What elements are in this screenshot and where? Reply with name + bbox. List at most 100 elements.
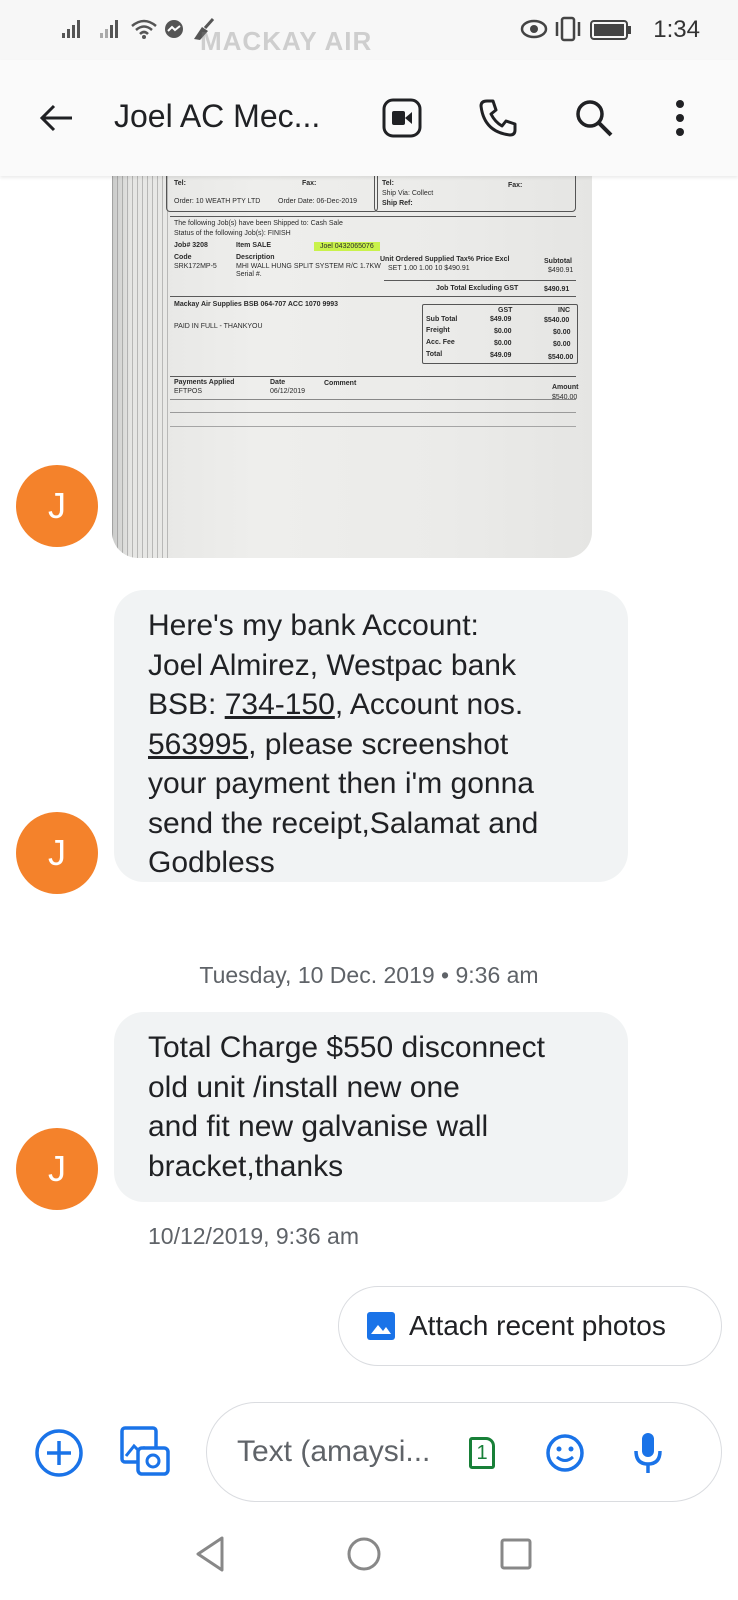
- clock: 1:34: [653, 16, 700, 43]
- receipt-text: Fax:: [302, 180, 317, 187]
- receipt-text: Mackay Air Supplies BSB 064-707 ACC 1070…: [174, 301, 339, 308]
- bsb-link[interactable]: 734-150: [225, 688, 335, 721]
- receipt-text: INC: [558, 307, 571, 314]
- message-bubble[interactable]: Here's my bank Account: Joel Almirez, We…: [114, 590, 628, 882]
- receipt-text: Code: [174, 254, 192, 261]
- receipt-text: Status of the following Job(s): FINISH: [174, 230, 291, 237]
- receipt-text: Subtotal: [544, 258, 572, 265]
- microphone-icon: [634, 1433, 662, 1473]
- receipt-box-left: [166, 176, 378, 212]
- more-vert-icon: [676, 100, 684, 136]
- receipt-text: Fax:: [508, 182, 523, 189]
- receipt-text: Sub Total: [426, 316, 458, 323]
- message-bubble[interactable]: Total Charge $550 disconnect old unit /i…: [114, 1012, 628, 1202]
- receipt-text: Tel:: [174, 180, 186, 187]
- receipt-highlight: Joel 0432065076: [314, 242, 380, 251]
- circle-home-icon: [347, 1537, 381, 1571]
- emoji-icon: [546, 1434, 584, 1472]
- eye-icon: [520, 19, 548, 39]
- receipt-text: $540.00: [548, 354, 574, 361]
- signal-icon-2: [100, 18, 118, 38]
- receipt-text: $540.00: [544, 317, 570, 324]
- receipt-text: $49.09: [490, 316, 512, 323]
- message-text: 563995, please screenshot: [148, 725, 594, 765]
- message-text-part: , please screenshot: [248, 727, 509, 761]
- attach-recent-photos-button[interactable]: Attach recent photos: [338, 1286, 722, 1366]
- nav-back-button[interactable]: [192, 1534, 232, 1574]
- call-button[interactable]: [470, 90, 526, 146]
- receipt-text: $490.91: [548, 267, 574, 274]
- search-icon: [576, 100, 613, 137]
- signal-icon: [62, 18, 80, 38]
- add-circle-icon: [35, 1429, 83, 1477]
- sim-selector[interactable]: 1: [469, 1437, 495, 1469]
- avatar[interactable]: J: [16, 1128, 98, 1210]
- voice-input-button[interactable]: [633, 1431, 663, 1475]
- receipt-text: Item SALE: [236, 242, 272, 249]
- system-nav-bar: [0, 1520, 738, 1600]
- receipt-watermark: MACKAY AIR: [200, 26, 373, 56]
- gallery-button[interactable]: [116, 1424, 172, 1480]
- receipt-text: The following Job(s) have been Shipped t…: [174, 220, 343, 227]
- receipt-text: Job Total Excluding GST: [436, 285, 519, 292]
- receipt-text: $49.09: [490, 352, 512, 359]
- receipt-text: SET 1.00 1.00 10 $490.91: [388, 265, 470, 272]
- receipt-text: $0.00: [553, 329, 571, 336]
- receipt-text: Acc. Fee: [426, 339, 455, 346]
- triangle-back-icon: [196, 1536, 224, 1572]
- receipt-text: Payments Applied: [174, 379, 235, 386]
- avatar[interactable]: J: [16, 465, 98, 547]
- photo-icon: [367, 1312, 395, 1340]
- receipt-text: $0.00: [494, 340, 512, 347]
- receipt-text: GST: [498, 307, 513, 314]
- video-call-button[interactable]: [374, 90, 430, 146]
- wifi-icon: [131, 19, 157, 39]
- receipt-text: Ship Via: Collect: [382, 190, 434, 197]
- receipt-text: Total: [426, 351, 443, 358]
- app-bar: MACKAY AIR Joel AC Mec...: [0, 26, 738, 176]
- search-button[interactable]: [566, 90, 622, 146]
- message-input[interactable]: Text (amaysi...: [237, 1435, 430, 1469]
- message-text-part: , Account nos.: [334, 688, 524, 721]
- receipt-text: SRK172MP-5: [174, 263, 217, 270]
- more-options-button[interactable]: [652, 90, 708, 146]
- compose-bar: Text (amaysi... 1: [206, 1402, 722, 1502]
- receipt-text: Unit Ordered Supplied Tax% Price Excl: [380, 256, 510, 263]
- receipt-text: Order Date: 06-Dec-2019: [278, 198, 357, 205]
- receipt-text: $0.00: [494, 328, 512, 335]
- receipt-text: PAID IN FULL - THANKYOU: [174, 323, 263, 330]
- receipt-photo[interactable]: Tel: Fax: Tel: Fax: Ship Via: Collect Sh…: [112, 176, 592, 558]
- message-text: BSB: 734-150, Account nos.: [148, 685, 594, 725]
- message-text-part: BSB:: [148, 688, 225, 721]
- add-attachment-button[interactable]: [34, 1428, 84, 1478]
- message-text: Joel Almirez, Westpac bank: [148, 648, 516, 682]
- receipt-text: MHI WALL HUNG SPLIT SYSTEM R/C 1.7KW: [236, 263, 381, 270]
- gallery-camera-icon: [120, 1426, 170, 1476]
- receipt-text: 06/12/2019: [270, 388, 306, 395]
- receipt-text: Ship Ref:: [382, 200, 413, 207]
- avatar[interactable]: J: [16, 812, 98, 894]
- receipt-text: Order: 10 WEATH PTY LTD: [174, 198, 261, 205]
- conversation-title[interactable]: Joel AC Mec...: [114, 98, 320, 135]
- receipt-text: $490.91: [544, 286, 570, 293]
- nav-recents-button[interactable]: [496, 1534, 536, 1574]
- arrow-back-icon: [39, 104, 72, 132]
- back-button[interactable]: [28, 90, 84, 146]
- message-timestamp: 10/12/2019, 9:36 am: [148, 1223, 359, 1249]
- message-text: send the receipt,Salamat and: [148, 806, 539, 840]
- message-text: Godbless: [148, 846, 275, 879]
- receipt-text: Description: [236, 254, 275, 261]
- receipt-text: EFTPOS: [174, 388, 203, 395]
- battery-icon: [590, 20, 631, 40]
- account-number-link[interactable]: 563995: [148, 728, 248, 761]
- vibrate-icon: [555, 16, 581, 42]
- message-text: your payment then i'm gonna: [148, 767, 534, 800]
- messenger-icon: [165, 20, 183, 38]
- nav-home-button[interactable]: [344, 1534, 384, 1574]
- receipt-text: Amount: [552, 384, 579, 391]
- message-text: old unit /install new one: [148, 1070, 460, 1104]
- message-text: bracket,thanks: [148, 1149, 344, 1183]
- emoji-button[interactable]: [545, 1433, 585, 1473]
- receipt-text: Tel:: [382, 180, 394, 187]
- phone-icon: [479, 99, 517, 137]
